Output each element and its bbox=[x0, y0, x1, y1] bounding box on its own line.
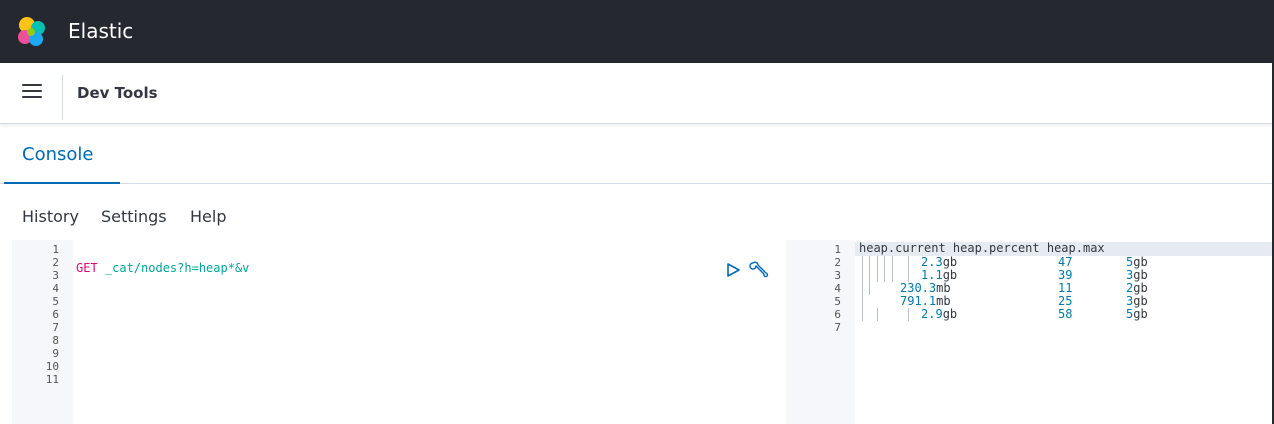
value-unit: gb bbox=[942, 268, 958, 282]
breadcrumb-current: Dev Tools bbox=[77, 84, 158, 102]
breadcrumb-divider bbox=[62, 75, 63, 120]
brand-name: Elastic bbox=[68, 19, 134, 43]
tab-console-label: Console bbox=[22, 144, 94, 165]
line-number: 8 bbox=[52, 334, 59, 347]
value-unit: gb bbox=[1133, 294, 1148, 308]
value-unit: mb bbox=[936, 281, 951, 295]
indent-guide bbox=[877, 308, 878, 321]
line-number: 10 bbox=[45, 360, 59, 373]
line-number: 11 bbox=[45, 373, 59, 386]
line-number: 1 bbox=[52, 243, 59, 256]
tab-console[interactable]: Console bbox=[0, 124, 115, 184]
heap-max: 5gb bbox=[1126, 308, 1148, 321]
menu-toggle-icon[interactable] bbox=[22, 84, 42, 102]
line-number: 6 bbox=[52, 308, 59, 321]
tabs-bar: Console bbox=[0, 124, 1274, 184]
pane-resizer[interactable] bbox=[786, 240, 804, 424]
value-number: 791.1 bbox=[900, 294, 937, 308]
request-line[interactable]: GET _cat/nodes?h=heap*&v bbox=[76, 262, 249, 275]
request-editor[interactable]: 1 2 3 4 5 6 7 8 9 10 11 GET _cat/nodes?h… bbox=[12, 240, 786, 424]
top-header: Elastic bbox=[0, 0, 1274, 63]
value-unit: mb bbox=[936, 294, 951, 308]
line-number: 7 bbox=[834, 321, 841, 334]
line-number: 4 bbox=[834, 282, 841, 295]
indent-guide bbox=[862, 256, 863, 321]
line-number: 9 bbox=[52, 347, 59, 360]
output-gutter: 1 2 3 4 5 6 7 bbox=[804, 240, 855, 424]
indent-guide bbox=[892, 256, 893, 282]
line-number: 1 bbox=[834, 243, 841, 256]
line-number: 3 bbox=[834, 269, 841, 282]
line-number: 5 bbox=[834, 295, 841, 308]
value-unit: gb bbox=[942, 307, 958, 321]
line-number: 6 bbox=[834, 308, 841, 321]
request-actions bbox=[723, 260, 769, 280]
output-header: heap.current heap.percent heap.max bbox=[859, 241, 1105, 255]
line-number: 5 bbox=[52, 295, 59, 308]
request-method: GET bbox=[76, 261, 98, 275]
play-icon[interactable] bbox=[723, 260, 743, 280]
value-number: 2.3 bbox=[921, 255, 943, 269]
value-number: 230.3 bbox=[900, 281, 937, 295]
indent-guide bbox=[869, 256, 870, 295]
elastic-logo-icon[interactable] bbox=[14, 15, 48, 49]
heap-current: 2.9gb bbox=[921, 308, 957, 321]
line-number: 4 bbox=[52, 282, 59, 295]
heap-percent: 58 bbox=[1058, 307, 1073, 321]
response-output[interactable]: 1 2 3 4 5 6 7 heap.current heap.percent … bbox=[804, 240, 1274, 424]
line-number: 2 bbox=[834, 256, 841, 269]
line-number: 2 bbox=[52, 256, 59, 269]
breadcrumb-bar: Dev Tools bbox=[0, 63, 1274, 124]
console-menu: History Settings Help bbox=[0, 184, 1274, 240]
value-number: 1.1 bbox=[921, 268, 943, 282]
indent-guide bbox=[908, 308, 909, 321]
value-unit: gb bbox=[1133, 255, 1148, 269]
value-number: 2.9 bbox=[921, 307, 943, 321]
settings-link[interactable]: Settings bbox=[101, 207, 167, 226]
editor-gutter: 1 2 3 4 5 6 7 8 9 10 11 bbox=[12, 240, 73, 424]
line-number: 3 bbox=[52, 269, 59, 282]
wrench-icon[interactable] bbox=[749, 260, 769, 280]
line-number: 7 bbox=[52, 321, 59, 334]
indent-guide bbox=[884, 256, 885, 282]
value-unit: gb bbox=[1133, 307, 1148, 321]
indent-guide bbox=[908, 256, 909, 282]
value-unit: gb bbox=[1133, 281, 1148, 295]
indent-guide bbox=[877, 256, 878, 282]
request-path: _cat/nodes?h=heap*&v bbox=[97, 261, 250, 275]
value-unit: gb bbox=[1133, 268, 1148, 282]
help-link[interactable]: Help bbox=[190, 207, 226, 226]
history-link[interactable]: History bbox=[22, 207, 79, 226]
value-unit: gb bbox=[942, 255, 958, 269]
